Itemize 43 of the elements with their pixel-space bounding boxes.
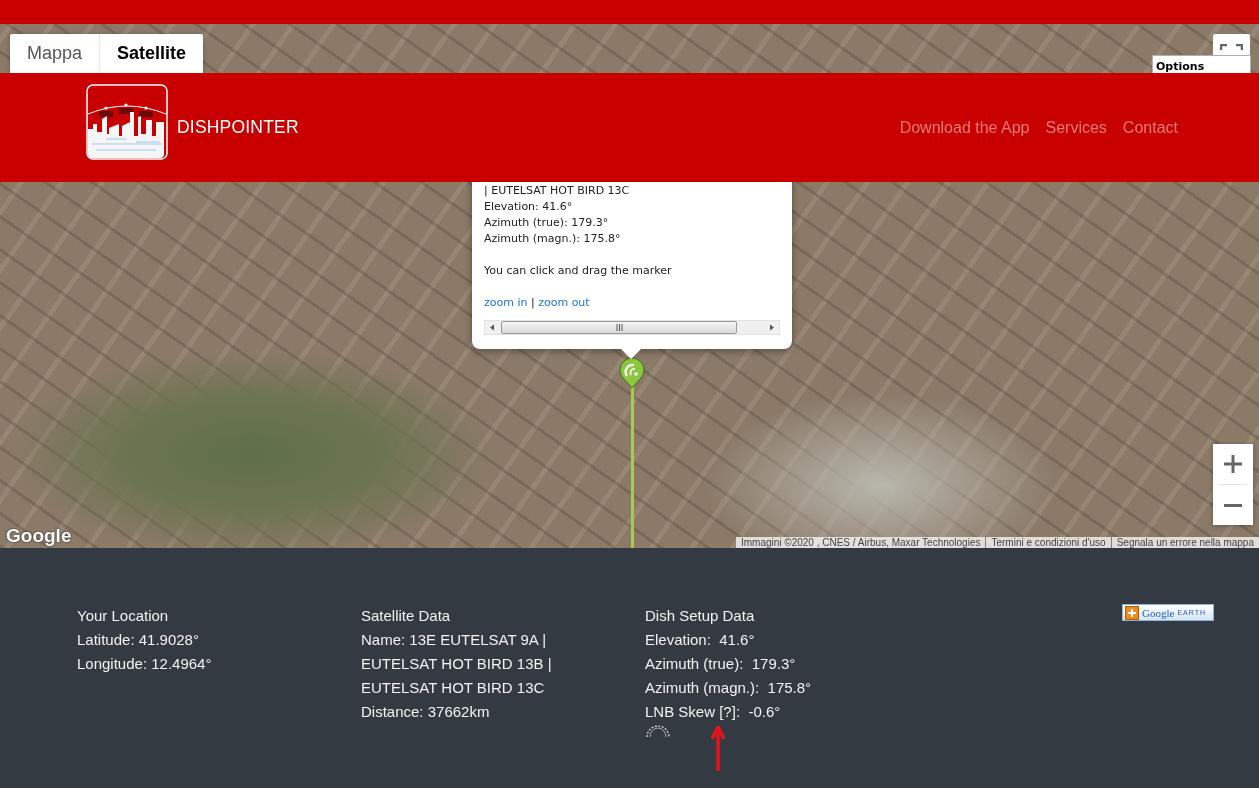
skyline-logo-icon <box>86 84 168 160</box>
plus-icon <box>1125 605 1139 620</box>
zoom-link[interactable]: zoom out <box>538 296 590 309</box>
popup-text: Azimuth (true): 179.3° <box>484 215 610 231</box>
help-link[interactable]: [?] <box>719 703 736 720</box>
report-error-link[interactable]: Segnala un errore nella mappa <box>1111 537 1259 548</box>
zoom-link[interactable]: zoom in <box>484 296 528 309</box>
zoom-links-text: zoom in | zoom out <box>484 295 591 311</box>
grip-icon <box>615 324 623 331</box>
info-text: Azimuth (true): 179.3° <box>645 654 797 674</box>
info-text: Distance: 37662km <box>361 702 491 722</box>
skew-arc-icon <box>645 724 671 738</box>
column-heading: Dish Setup Data <box>645 606 756 626</box>
fullscreen-button[interactable] <box>1213 34 1250 55</box>
scrollbar-thumb[interactable] <box>501 321 737 334</box>
info-text: Azimuth (magn.): 175.8° <box>645 678 813 698</box>
plus-icon <box>1224 455 1242 473</box>
info-text: Latitude: 41.9028° <box>77 630 200 650</box>
minus-icon <box>1224 503 1242 507</box>
popup-text: Azimuth (magn.): 175.8° <box>484 231 622 247</box>
google-logo: Google <box>6 525 72 547</box>
fullscreen-icon <box>1220 44 1243 50</box>
info-text: Name: 13E EUTELSAT 9A | EUTELSAT HOT BIRD 13B | EUTELSAT HOT BIRD 13C <box>361 630 553 698</box>
annotation-arrow <box>711 726 725 772</box>
info-text: Elevation: 41.6° <box>645 630 756 650</box>
map-type-tab[interactable]: Satellite <box>100 34 204 73</box>
satellite-photo-placeholder[interactable] <box>0 24 1259 548</box>
zoom-out-button[interactable] <box>1213 485 1253 525</box>
terms-link[interactable]: Termini e condizioni d'uso <box>986 537 1111 548</box>
info-text: LNB Skew [?]: -0.6° <box>645 702 782 722</box>
popup-text: | EUTELSAT HOT BIRD 13C <box>484 183 631 199</box>
dish-marker-icon[interactable] <box>619 358 645 389</box>
popup-hint-text: You can click and drag the marker <box>484 263 673 279</box>
horizontal-scrollbar[interactable] <box>484 320 780 335</box>
brand-link[interactable]: DISHPOINTER <box>177 114 299 141</box>
column-heading: Your Location <box>77 606 170 626</box>
imagery-credit-text: Immagini ©2020 , CNES / Airbus, Maxar Technologies <box>735 537 986 548</box>
popup-text: Elevation: 41.6° <box>484 199 574 215</box>
info-text: Longitude: 12.4964° <box>77 654 213 674</box>
zoom-in-button[interactable] <box>1213 444 1253 484</box>
options-menu[interactable]: Options <box>1152 55 1251 73</box>
column-heading: Satellite Data <box>361 606 452 626</box>
map-type-tab[interactable]: Mappa <box>10 34 101 73</box>
